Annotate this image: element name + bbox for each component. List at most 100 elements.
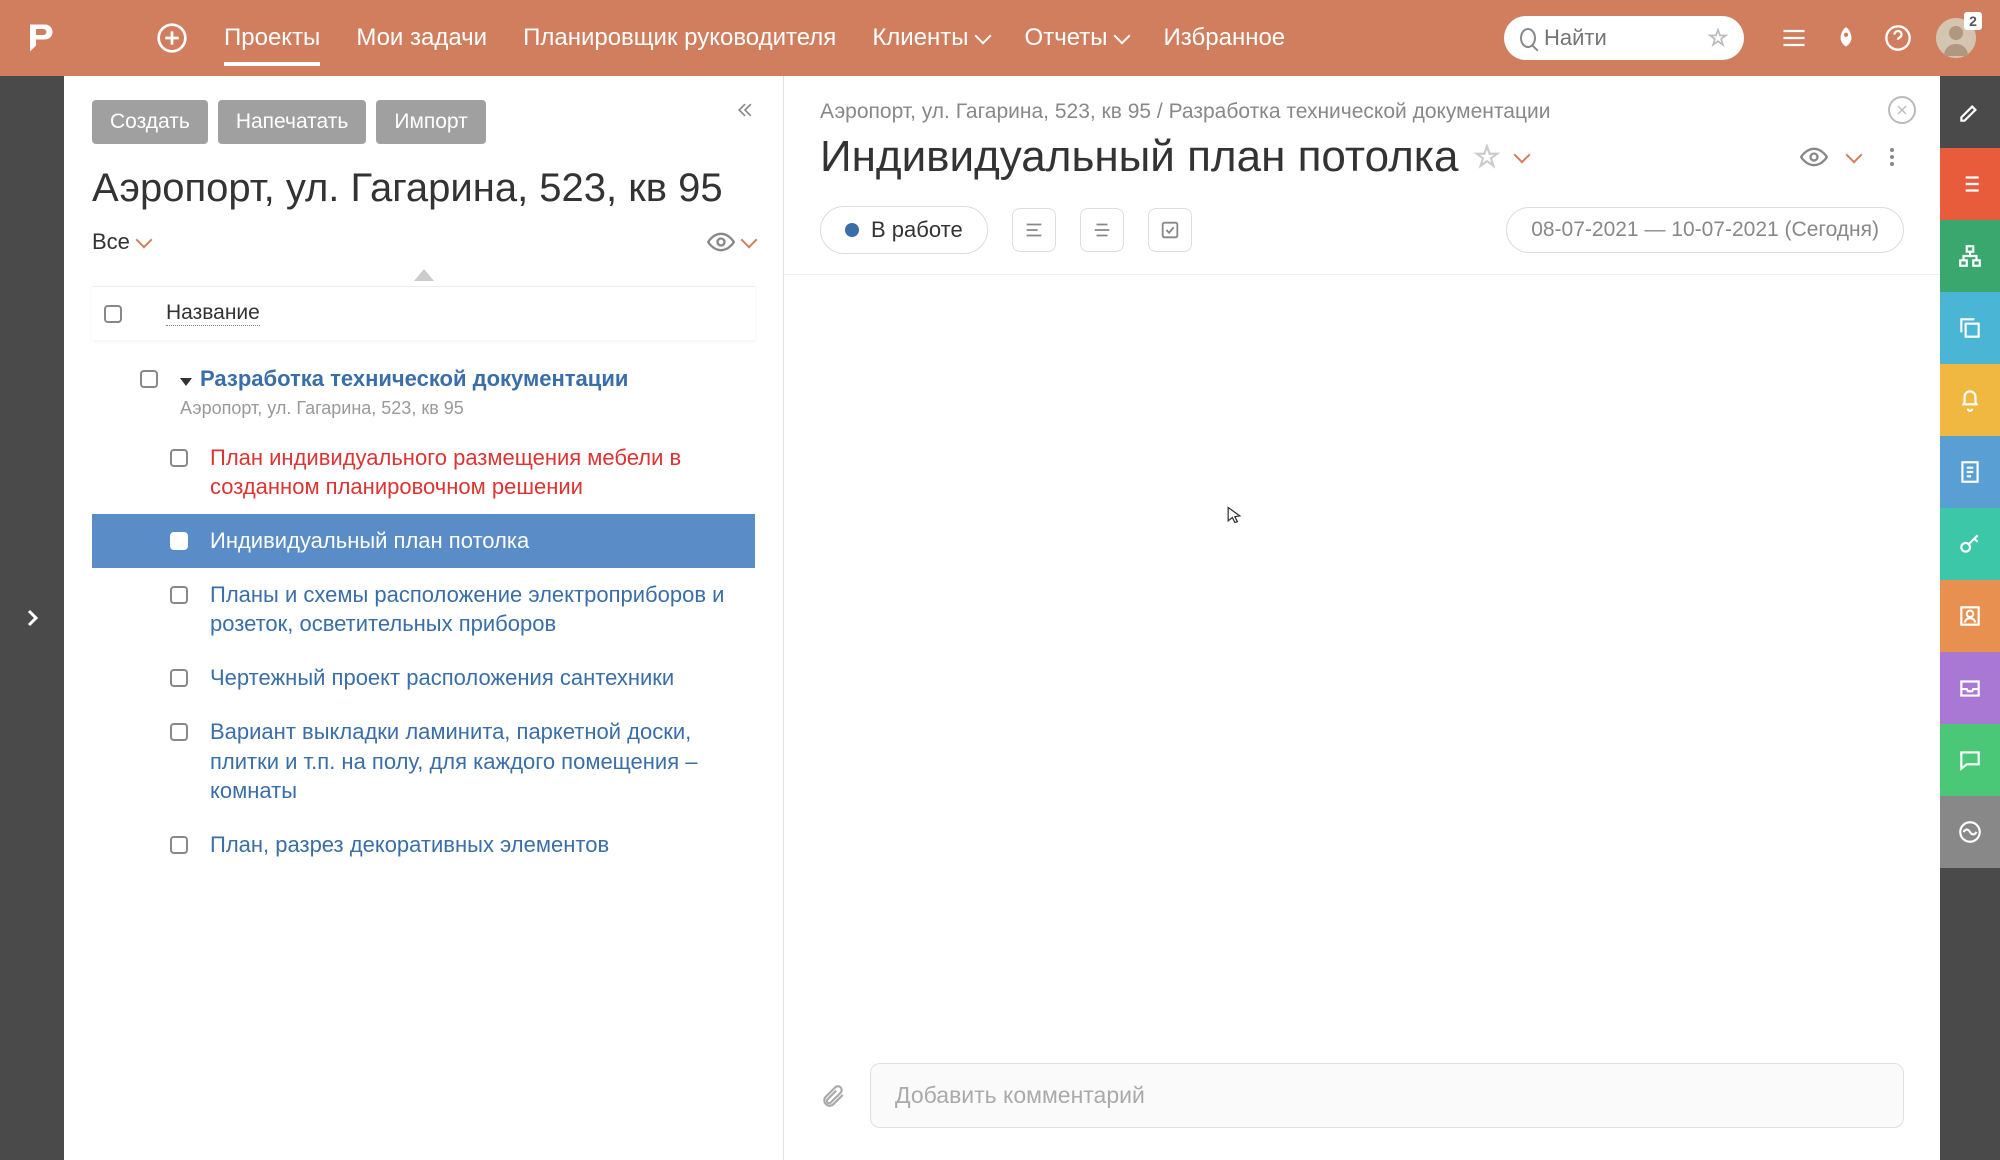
select-all-checkbox[interactable] xyxy=(104,305,122,323)
task-checkbox[interactable] xyxy=(170,532,188,550)
close-icon[interactable] xyxy=(1888,96,1916,124)
caret-down-icon[interactable] xyxy=(180,378,192,386)
nav-favorites[interactable]: Избранное xyxy=(1164,2,1286,74)
chevron-down-icon xyxy=(1113,28,1130,45)
status-dot-icon xyxy=(845,223,859,237)
rail-chat-icon[interactable] xyxy=(1940,724,2000,796)
avatar[interactable]: 2 xyxy=(1936,18,1976,58)
chevron-down-icon[interactable] xyxy=(1846,147,1863,164)
nav-my-tasks[interactable]: Мои задачи xyxy=(356,2,487,74)
rail-activity-icon[interactable] xyxy=(1940,796,2000,868)
rail-copy-icon[interactable] xyxy=(1940,292,2000,364)
breadcrumb[interactable]: Аэропорт, ул. Гагарина, 523, кв 95 / Раз… xyxy=(820,100,1904,124)
rail-bell-icon[interactable] xyxy=(1940,364,2000,436)
create-button[interactable]: Создать xyxy=(92,100,208,144)
nav-projects[interactable]: Проекты xyxy=(224,2,320,74)
task-list-panel: Создать Напечатать Импорт Аэропорт, ул. … xyxy=(64,76,784,1160)
project-title: Аэропорт, ул. Гагарина, 523, кв 95 xyxy=(92,164,755,212)
app-logo-icon[interactable] xyxy=(24,20,60,56)
title-actions xyxy=(1800,143,1904,171)
detail-body xyxy=(784,275,1940,1043)
status-row: В работе 08-07-2021 — 10-07-2021 (Сегодн… xyxy=(784,194,1940,275)
task-subtitle: Аэропорт, ул. Гагарина, 523, кв 95 xyxy=(180,398,743,419)
main-nav: Проекты Мои задачи Планировщик руководит… xyxy=(224,2,1285,74)
detail-panel: Аэропорт, ул. Гагарина, 523, кв 95 / Раз… xyxy=(784,76,1940,1160)
cursor-icon xyxy=(1224,505,1244,525)
rail-tree-icon[interactable] xyxy=(1940,220,2000,292)
search-icon xyxy=(1520,28,1536,48)
rail-contact-icon[interactable] xyxy=(1940,580,2000,652)
column-name-header[interactable]: Название xyxy=(166,301,260,326)
search-box[interactable] xyxy=(1504,16,1744,60)
rail-key-icon[interactable] xyxy=(1940,508,2000,580)
detail-header: Аэропорт, ул. Гагарина, 523, кв 95 / Раз… xyxy=(784,76,1940,194)
rail-doc-icon[interactable] xyxy=(1940,436,2000,508)
chevron-down-icon xyxy=(135,232,152,249)
top-header: Проекты Мои задачи Планировщик руководит… xyxy=(0,0,2000,76)
filter-all[interactable]: Все xyxy=(92,229,150,255)
task-row[interactable]: Вариант выкладки ламинита, паркетной дос… xyxy=(92,705,755,818)
favorite-star-icon[interactable] xyxy=(1474,144,1500,170)
task-checkbox[interactable] xyxy=(170,669,188,687)
rail-list-icon[interactable] xyxy=(1940,148,2000,220)
left-rail[interactable] xyxy=(0,76,64,1160)
align-icon[interactable] xyxy=(1012,208,1056,252)
task-list: Разработка технической документации Аэро… xyxy=(92,352,755,872)
expand-rail-icon[interactable] xyxy=(20,606,44,630)
task-checkbox[interactable] xyxy=(140,370,158,388)
date-range[interactable]: 08-07-2021 — 10-07-2021 (Сегодня) xyxy=(1506,207,1904,253)
task-row-parent[interactable]: Разработка технической документации Аэро… xyxy=(92,352,755,431)
chevron-down-icon[interactable] xyxy=(1514,147,1531,164)
star-icon[interactable] xyxy=(1708,28,1728,48)
task-checkbox[interactable] xyxy=(170,836,188,854)
rail-inbox-icon[interactable] xyxy=(1940,652,2000,724)
detail-title-row: Индивидуальный план потолка xyxy=(820,132,1904,182)
task-checkbox[interactable] xyxy=(170,723,188,741)
scroll-up-icon[interactable] xyxy=(92,268,755,286)
import-button[interactable]: Импорт xyxy=(376,100,485,144)
task-row[interactable]: План, разрез декоративных элементов xyxy=(92,818,755,872)
task-name: Планы и схемы расположение электроприбор… xyxy=(210,580,743,639)
more-icon[interactable] xyxy=(1880,145,1904,169)
center-icon[interactable] xyxy=(1080,208,1124,252)
chevron-down-icon xyxy=(974,28,991,45)
add-icon[interactable] xyxy=(156,22,188,54)
comment-bar: Добавить комментарий xyxy=(784,1043,1940,1160)
task-checkbox[interactable] xyxy=(170,449,188,467)
detail-title: Индивидуальный план потолка xyxy=(820,132,1458,182)
task-name: Вариант выкладки ламинита, паркетной дос… xyxy=(210,717,743,806)
chevron-down-icon xyxy=(741,232,758,249)
task-row-selected[interactable]: Индивидуальный план потолка xyxy=(92,514,755,568)
status-pill[interactable]: В работе xyxy=(820,206,988,254)
filter-row: Все xyxy=(92,228,755,256)
print-button[interactable]: Напечатать xyxy=(218,100,367,144)
header-icons: 2 xyxy=(1780,18,1976,58)
collapse-panel-icon[interactable] xyxy=(735,100,755,120)
rocket-icon[interactable] xyxy=(1832,24,1860,52)
rail-filler xyxy=(1940,868,2000,1160)
task-name: Индивидуальный план потолка xyxy=(210,526,743,556)
task-name: Чертежный проект расположения сантехники xyxy=(210,663,743,693)
watch-icon[interactable] xyxy=(1800,143,1828,171)
rail-edit-icon[interactable] xyxy=(1940,76,2000,148)
visibility-toggle[interactable] xyxy=(707,228,755,256)
task-row[interactable]: План индивидуального размещения мебели в… xyxy=(92,431,755,514)
task-row[interactable]: Чертежный проект расположения сантехники xyxy=(92,651,755,705)
nav-reports[interactable]: Отчеты xyxy=(1025,2,1128,74)
task-name: План, разрез декоративных элементов xyxy=(210,830,743,860)
attachment-icon[interactable] xyxy=(820,1083,846,1109)
search-input[interactable] xyxy=(1544,25,1700,51)
right-rail xyxy=(1940,76,2000,1160)
nav-planner[interactable]: Планировщик руководителя xyxy=(523,2,836,74)
avatar-badge: 2 xyxy=(1964,12,1982,30)
nav-clients[interactable]: Клиенты xyxy=(872,2,988,74)
help-icon[interactable] xyxy=(1884,24,1912,52)
task-row[interactable]: Планы и схемы расположение электроприбор… xyxy=(92,568,755,651)
checklist-icon[interactable] xyxy=(1148,208,1192,252)
action-buttons: Создать Напечатать Импорт xyxy=(92,100,755,144)
menu-icon[interactable] xyxy=(1780,24,1808,52)
task-checkbox[interactable] xyxy=(170,586,188,604)
comment-input[interactable]: Добавить комментарий xyxy=(870,1063,1904,1128)
task-name: План индивидуального размещения мебели в… xyxy=(210,443,743,502)
main-area: Создать Напечатать Импорт Аэропорт, ул. … xyxy=(0,76,2000,1160)
